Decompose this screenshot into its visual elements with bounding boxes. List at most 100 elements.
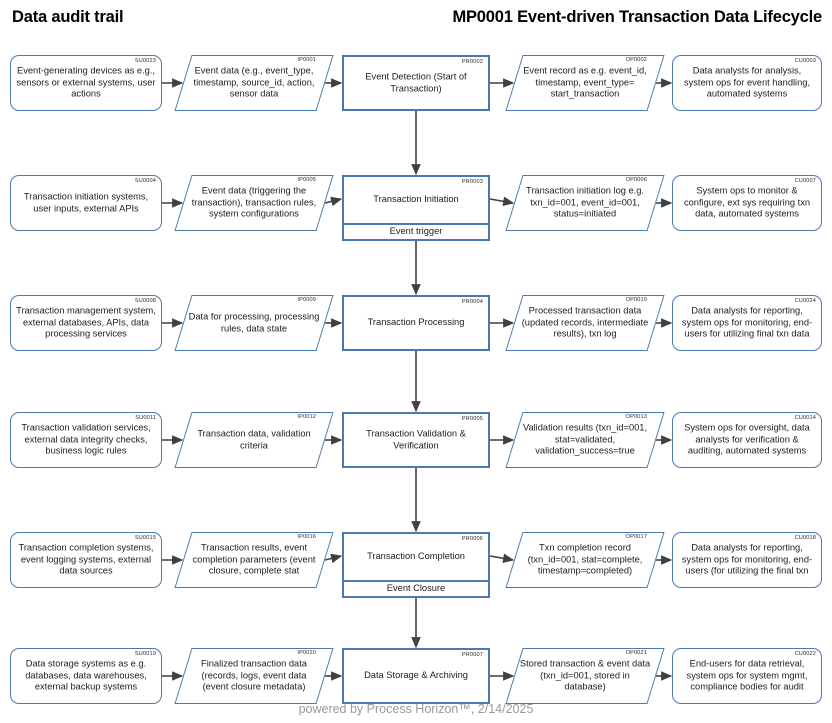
- output-content: Stored transaction & event data (txn_id=…: [514, 648, 656, 704]
- process-sub-band[interactable]: Event trigger: [344, 222, 488, 239]
- input-content: Data for processing, processing rules, d…: [183, 295, 325, 351]
- process-node[interactable]: Event Detection (Start of Transaction) PR…: [342, 55, 490, 111]
- output-content: Transaction initiation log e.g. txn_id=0…: [514, 175, 656, 231]
- output-content: Txn completion record (txn_id=001, stat=…: [514, 532, 656, 588]
- output-node[interactable]: Transaction initiation log e.g. txn_id=0…: [505, 175, 665, 231]
- customer-id-label: CU0018: [794, 535, 816, 541]
- flow-arrow: [489, 196, 515, 207]
- process-id-label: PR0002: [461, 59, 483, 65]
- supplier-text: Transaction validation services, externa…: [21, 422, 151, 456]
- customer-node[interactable]: System ops to monitor & configure, ext s…: [672, 175, 822, 231]
- process-text: Transaction Validation & Verification: [366, 428, 466, 450]
- process-text: Event Detection (Start of Transaction): [365, 71, 467, 93]
- output-text: Stored transaction & event data (txn_id=…: [519, 658, 651, 692]
- customer-text: Data analysts for analysis, system ops f…: [683, 65, 811, 99]
- process-id-label: PR0005: [461, 416, 483, 422]
- customer-id-label: CU0007: [794, 178, 816, 184]
- input-id-label: IP0012: [297, 414, 316, 420]
- output-node[interactable]: Processed transaction data (updated reco…: [505, 295, 665, 351]
- process-sub-label: Event Closure: [386, 582, 446, 593]
- supplier-id-label: SU0015: [134, 535, 156, 541]
- input-text: Event data (e.g., event_type, timestamp,…: [193, 65, 315, 99]
- supplier-id-label: SU0008: [134, 298, 156, 304]
- process-main-band: Transaction Completion PR0006: [344, 534, 488, 582]
- supplier-id-label: SU0011: [135, 415, 156, 421]
- process-id-label: PR0007: [461, 652, 483, 658]
- output-id-label: OP0006: [625, 177, 647, 183]
- input-text: Event data (triggering the transaction),…: [191, 185, 317, 219]
- process-id-label: PR0004: [461, 299, 483, 305]
- process-text: Transaction Initiation: [373, 194, 459, 205]
- process-text: Transaction Processing: [367, 317, 465, 328]
- customer-node[interactable]: Data analysts for reporting, system ops …: [672, 295, 822, 351]
- supplier-node[interactable]: Transaction management system, external …: [10, 295, 162, 351]
- input-node[interactable]: Finalized transaction data (records, log…: [174, 648, 334, 704]
- output-text: Validation results (txn_id=001, stat=val…: [522, 422, 648, 456]
- supplier-node[interactable]: Event-generating devices as e.g., sensor…: [10, 55, 162, 111]
- customer-text: Data analysts for reporting, system ops …: [681, 305, 813, 339]
- supplier-node[interactable]: Transaction validation services, externa…: [10, 412, 162, 468]
- flow-arrow: [489, 553, 515, 564]
- output-node[interactable]: Event record as e.g. event_id, timestamp…: [505, 55, 665, 111]
- process-sub-band[interactable]: Event Closure: [344, 579, 488, 596]
- process-node[interactable]: Transaction Initiation PR0003 Event trigge…: [342, 175, 490, 241]
- input-content: Transaction data, validation criteria IP0…: [183, 412, 325, 468]
- supplier-node[interactable]: Transaction initiation systems, user inp…: [10, 175, 162, 231]
- input-node[interactable]: Transaction results, event completion pa…: [174, 532, 334, 588]
- output-content: Event record as e.g. event_id, timestamp…: [514, 55, 656, 111]
- supplier-text: Transaction completion systems, event lo…: [18, 542, 154, 576]
- output-id-label: OP0002: [625, 57, 647, 63]
- input-content: Event data (e.g., event_type, timestamp,…: [183, 55, 325, 111]
- supplier-id-label: SU0004: [134, 178, 156, 184]
- input-node[interactable]: Transaction data, validation criteria IP0…: [174, 412, 334, 468]
- process-node[interactable]: Transaction Processing PR0004: [342, 295, 490, 351]
- input-node[interactable]: Event data (triggering the transaction),…: [174, 175, 334, 231]
- supplier-text: Data storage systems as e.g. databases, …: [25, 658, 147, 692]
- output-node[interactable]: Validation results (txn_id=001, stat=val…: [505, 412, 665, 468]
- input-text: Transaction data, validation criteria: [197, 428, 311, 450]
- customer-id-label: CU0024: [794, 298, 816, 304]
- customer-node[interactable]: Data analysts for analysis, system ops f…: [672, 55, 822, 111]
- customer-id-label: CU0014: [794, 415, 816, 421]
- input-node[interactable]: Event data (e.g., event_type, timestamp,…: [174, 55, 334, 111]
- process-id-label: PR0006: [461, 536, 483, 542]
- output-node[interactable]: Txn completion record (txn_id=001, stat=…: [505, 532, 665, 588]
- output-node[interactable]: Stored transaction & event data (txn_id=…: [505, 648, 665, 704]
- output-id-label: OP0013: [625, 414, 647, 420]
- input-content: Event data (triggering the transaction),…: [183, 175, 325, 231]
- output-text: Event record as e.g. event_id, timestamp…: [523, 65, 647, 99]
- customer-node[interactable]: System ops for oversight, data analysts …: [672, 412, 822, 468]
- customer-id-label: CU0003: [794, 58, 816, 64]
- supplier-text: Transaction initiation systems, user inp…: [23, 191, 149, 213]
- input-content: Finalized transaction data (records, log…: [183, 648, 325, 704]
- sipoc-diagram-canvas: Event-generating devices as e.g., sensor…: [0, 0, 832, 723]
- process-node[interactable]: Transaction Completion PR0006 Event Closur…: [342, 532, 490, 598]
- input-id-label: IP0005: [297, 177, 316, 183]
- process-node[interactable]: Data Storage & Archiving PR0007: [342, 648, 490, 704]
- process-text: Data Storage & Archiving: [364, 670, 468, 681]
- customer-text: System ops for oversight, data analysts …: [684, 422, 810, 456]
- input-node[interactable]: Data for processing, processing rules, d…: [174, 295, 334, 351]
- supplier-id-label: SU0023: [134, 58, 156, 64]
- customer-text: Data analysts for reporting, system ops …: [681, 542, 813, 576]
- flow-arrow: [324, 196, 343, 207]
- input-content: Transaction results, event completion pa…: [183, 532, 325, 588]
- input-text: Finalized transaction data (records, log…: [201, 658, 307, 692]
- customer-node[interactable]: Data analysts for reporting, system ops …: [672, 532, 822, 588]
- supplier-node[interactable]: Transaction completion systems, event lo…: [10, 532, 162, 588]
- input-id-label: IP0001: [297, 57, 316, 63]
- process-main-band: Transaction Initiation PR0003: [344, 177, 488, 225]
- input-text: Data for processing, processing rules, d…: [188, 311, 320, 333]
- input-text: Transaction results, event completion pa…: [192, 542, 316, 576]
- output-content: Validation results (txn_id=001, stat=val…: [514, 412, 656, 468]
- customer-text: End-users for data retrieval, system ops…: [686, 658, 808, 692]
- input-id-label: IP0020: [297, 650, 316, 656]
- process-node[interactable]: Transaction Validation & Verification PR0…: [342, 412, 490, 468]
- output-text: Txn completion record (txn_id=001, stat=…: [527, 542, 643, 576]
- supplier-node[interactable]: Data storage systems as e.g. databases, …: [10, 648, 162, 704]
- customer-id-label: CU0022: [794, 651, 816, 657]
- output-content: Processed transaction data (updated reco…: [514, 295, 656, 351]
- input-id-label: IP0016: [297, 534, 316, 540]
- process-sub-label: Event trigger: [389, 225, 443, 236]
- customer-node[interactable]: End-users for data retrieval, system ops…: [672, 648, 822, 704]
